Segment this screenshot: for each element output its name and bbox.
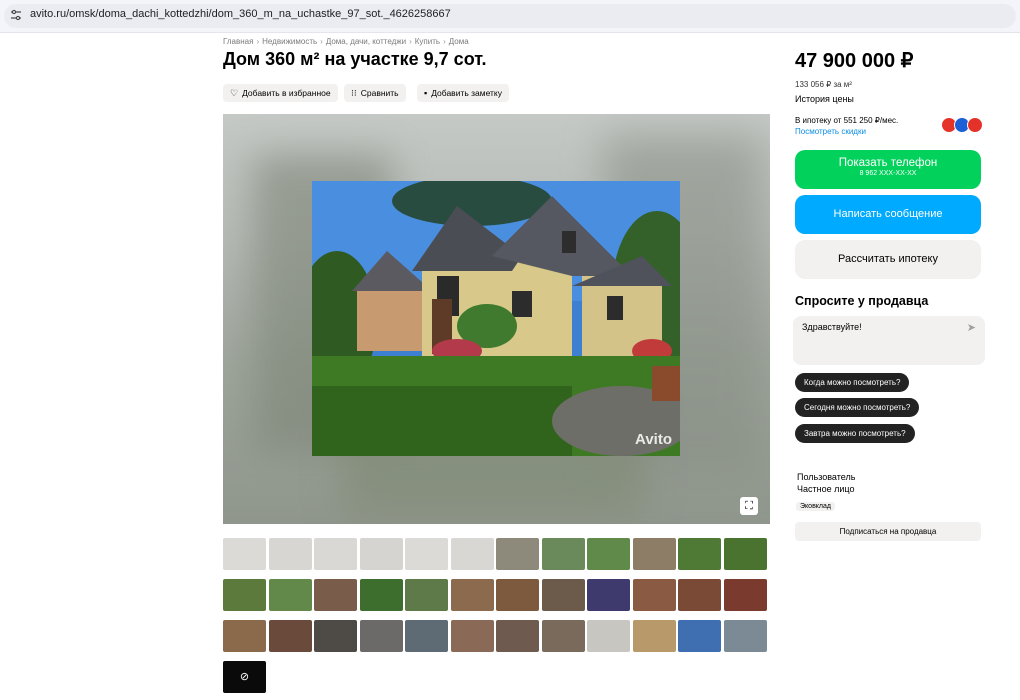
seller-name[interactable]: Пользователь: [797, 471, 855, 483]
gallery-thumbnail[interactable]: [450, 620, 494, 652]
bank-logos: [941, 117, 983, 133]
gallery-thumbnail[interactable]: [268, 538, 312, 570]
show-phone-button[interactable]: Показать телефон 8 962 XXX-XX-XX: [795, 150, 981, 189]
browser-address-bar: avito.ru/omsk/doma_dachi_kottedzhi/dom_3…: [0, 0, 1020, 33]
add-to-favorites-button[interactable]: ♡ Добавить в избранное: [223, 84, 338, 102]
url-text[interactable]: avito.ru/omsk/doma_dachi_kottedzhi/dom_3…: [30, 8, 451, 20]
compare-button[interactable]: ⁝⁝ Сравнить: [344, 84, 406, 102]
add-note-button[interactable]: ▪ Добавить заметку: [417, 84, 510, 102]
gallery-thumbnail[interactable]: [678, 538, 721, 570]
gallery-thumbnail[interactable]: [496, 538, 539, 570]
gallery-thumbnail[interactable]: [632, 538, 676, 570]
breadcrumb-realty[interactable]: Недвижимость: [262, 37, 317, 46]
gallery-thumbnail[interactable]: [223, 620, 266, 652]
gallery-thumbnail[interactable]: [496, 579, 539, 611]
view-discounts-link[interactable]: Посмотреть скидки: [795, 127, 866, 136]
seller-type: Частное лицо: [797, 484, 855, 494]
gallery-thumbnail[interactable]: [587, 579, 630, 611]
fullscreen-icon[interactable]: ⛶: [740, 497, 758, 515]
gallery-thumbnail[interactable]: [314, 620, 357, 652]
breadcrumb: Главная › Недвижимость › Дома, дачи, коттедж…: [223, 37, 469, 46]
gallery-thumbnail[interactable]: [541, 538, 585, 570]
breadcrumb-home[interactable]: Главная: [223, 37, 253, 46]
gallery-thumbnail[interactable]: [359, 620, 403, 652]
masked-phone: 8 962 XXX-XX-XX: [859, 170, 917, 177]
gallery-thumbnail[interactable]: [587, 620, 630, 652]
message-text[interactable]: Здравствуйте!: [802, 322, 862, 332]
seller-info: Пользователь Частное лицо: [797, 471, 855, 495]
gallery-thumbnail[interactable]: [450, 579, 494, 611]
gallery-thumbnail[interactable]: [314, 538, 357, 570]
add-to-favorites-label: Добавить в избранное: [242, 88, 331, 98]
quick-question-chip[interactable]: Завтра можно посмотреть?: [795, 424, 915, 443]
gallery-thumbnail[interactable]: [268, 579, 312, 611]
ask-seller-input[interactable]: Здравствуйте! ➤: [793, 316, 985, 365]
breadcrumb-houses-category[interactable]: Дома, дачи, коттеджи: [326, 37, 406, 46]
price: 47 900 000 ₽: [795, 50, 914, 72]
price-per-sqm: 133 056 ₽ за м²: [795, 80, 852, 89]
gallery-thumbnail[interactable]: [405, 620, 448, 652]
gallery-thumbnail[interactable]: [723, 579, 767, 611]
breadcrumb-buy[interactable]: Купить: [415, 37, 440, 46]
gallery-thumbnail[interactable]: [723, 538, 767, 570]
heart-icon: ♡: [230, 87, 239, 98]
gallery-thumbnail[interactable]: [314, 579, 357, 611]
write-message-button[interactable]: Написать сообщение: [795, 195, 981, 234]
page-title: Дом 360 м² на участке 9,7 сот.: [223, 49, 487, 69]
gallery-thumbnail[interactable]: [723, 620, 767, 652]
compare-icon: ⁝⁝: [351, 87, 357, 98]
calculate-mortgage-button[interactable]: Рассчитать ипотеку: [795, 240, 981, 279]
avito-watermark: Avito: [635, 431, 672, 448]
price-history-link[interactable]: История цены: [795, 94, 854, 104]
breadcrumb-separator: ›: [443, 37, 446, 46]
subscribe-seller-button[interactable]: Подписаться на продавца: [795, 522, 981, 541]
add-note-label: Добавить заметку: [431, 88, 503, 98]
main-photo[interactable]: Avito: [312, 181, 680, 456]
gallery-thumbnail[interactable]: [541, 620, 585, 652]
gallery-thumbnail[interactable]: [268, 620, 312, 652]
photo-gallery[interactable]: Avito ⛶: [223, 114, 770, 524]
breadcrumb-houses[interactable]: Дома: [449, 37, 469, 46]
mortgage-info: В ипотеку от 551 250 ₽/мес.: [795, 116, 899, 125]
send-icon[interactable]: ➤: [967, 321, 976, 334]
breadcrumb-separator: ›: [320, 37, 323, 46]
gallery-thumbnail[interactable]: [496, 620, 539, 652]
quick-question-chip[interactable]: Когда можно посмотреть?: [795, 373, 910, 392]
gallery-thumbnail[interactable]: [450, 538, 494, 570]
gallery-thumbnail[interactable]: [223, 538, 266, 570]
note-icon: ▪: [424, 87, 428, 98]
gallery-thumbnail[interactable]: ⊘: [223, 661, 266, 693]
gallery-thumbnail[interactable]: [678, 620, 721, 652]
gallery-thumbnail[interactable]: [632, 620, 676, 652]
compare-label: Сравнить: [360, 88, 399, 98]
show-phone-label: Показать телефон: [838, 157, 938, 169]
gallery-thumbnail[interactable]: [587, 538, 630, 570]
ask-seller-title: Спросите у продавца: [795, 294, 929, 308]
gallery-thumbnail[interactable]: [678, 579, 721, 611]
breadcrumb-separator: ›: [409, 37, 412, 46]
gallery-thumbnail[interactable]: [359, 579, 403, 611]
gallery-thumbnail[interactable]: [632, 579, 676, 611]
gallery-thumbnail[interactable]: [405, 579, 448, 611]
breadcrumb-separator: ›: [256, 37, 260, 46]
gallery-thumbnail[interactable]: [405, 538, 448, 570]
gallery-thumbnail[interactable]: [541, 579, 585, 611]
gallery-thumbnail[interactable]: [223, 579, 266, 611]
quick-question-chip[interactable]: Сегодня можно посмотреть?: [795, 398, 920, 417]
seller-badge: Эковклад: [796, 502, 835, 511]
bank-logo-icon: [967, 117, 983, 133]
site-settings-icon[interactable]: [10, 9, 22, 21]
gallery-thumbnail[interactable]: [359, 538, 403, 570]
